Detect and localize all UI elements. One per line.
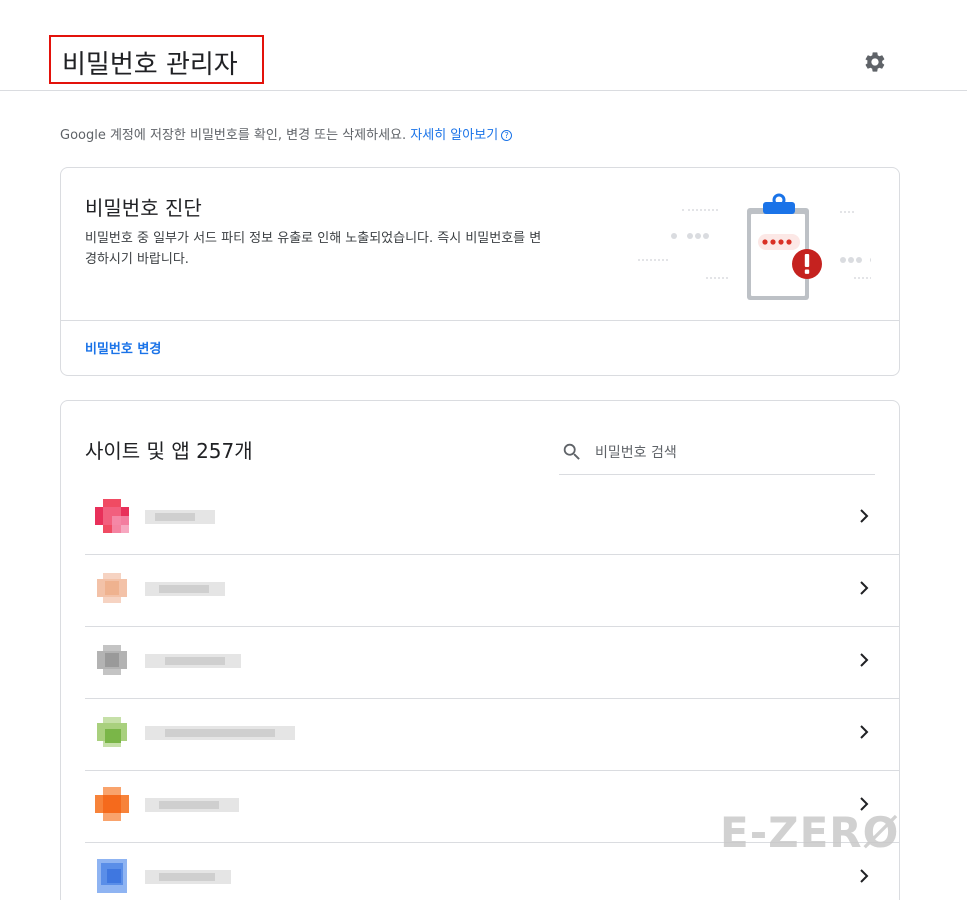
watermark: E-ZERØ: [720, 808, 900, 857]
site-favicon: [95, 787, 129, 821]
learn-more-link[interactable]: 자세히 알아보기: [410, 128, 498, 143]
site-favicon: [95, 571, 129, 605]
page-description: Google 계정에 저장한 비밀번호를 확인, 변경 또는 삭제하세요. 자세…: [60, 124, 513, 143]
page-title: 비밀번호 관리자: [62, 50, 238, 80]
description-text: Google 계정에 저장한 비밀번호를 확인, 변경 또는 삭제하세요.: [60, 128, 407, 143]
chevron-right-icon: [860, 509, 869, 523]
site-favicon: [95, 499, 129, 533]
site-row[interactable]: [85, 483, 899, 555]
chevron-right-icon: [860, 581, 869, 595]
chevron-right-icon: [860, 653, 869, 667]
chevron-right-icon: [860, 725, 869, 739]
gear-icon[interactable]: [863, 50, 887, 74]
site-favicon: [95, 643, 129, 677]
sites-count-title: 사이트 및 앱 257개: [85, 439, 253, 463]
checkup-title: 비밀번호 진단: [85, 196, 202, 220]
site-favicon: [95, 859, 129, 893]
help-icon[interactable]: ?: [501, 130, 513, 141]
password-checkup-card: 비밀번호 진단 비밀번호 중 일부가 서드 파티 정보 유출로 인해 노출되었습…: [60, 167, 900, 376]
site-row[interactable]: [85, 627, 899, 699]
chevron-right-icon: [860, 869, 869, 883]
change-password-link[interactable]: 비밀번호 변경: [85, 338, 161, 357]
clipboard-warning-icon: [638, 193, 871, 300]
search-input[interactable]: [595, 441, 855, 465]
site-row[interactable]: [85, 699, 899, 771]
password-search[interactable]: [559, 433, 875, 475]
search-icon: [563, 443, 580, 460]
site-row[interactable]: [85, 555, 899, 627]
page-header: 비밀번호 관리자: [0, 0, 967, 91]
site-favicon: [95, 715, 129, 749]
card-divider: [61, 320, 899, 321]
checkup-description: 비밀번호 중 일부가 서드 파티 정보 유출로 인해 노출되었습니다. 즉시 비…: [85, 231, 542, 267]
